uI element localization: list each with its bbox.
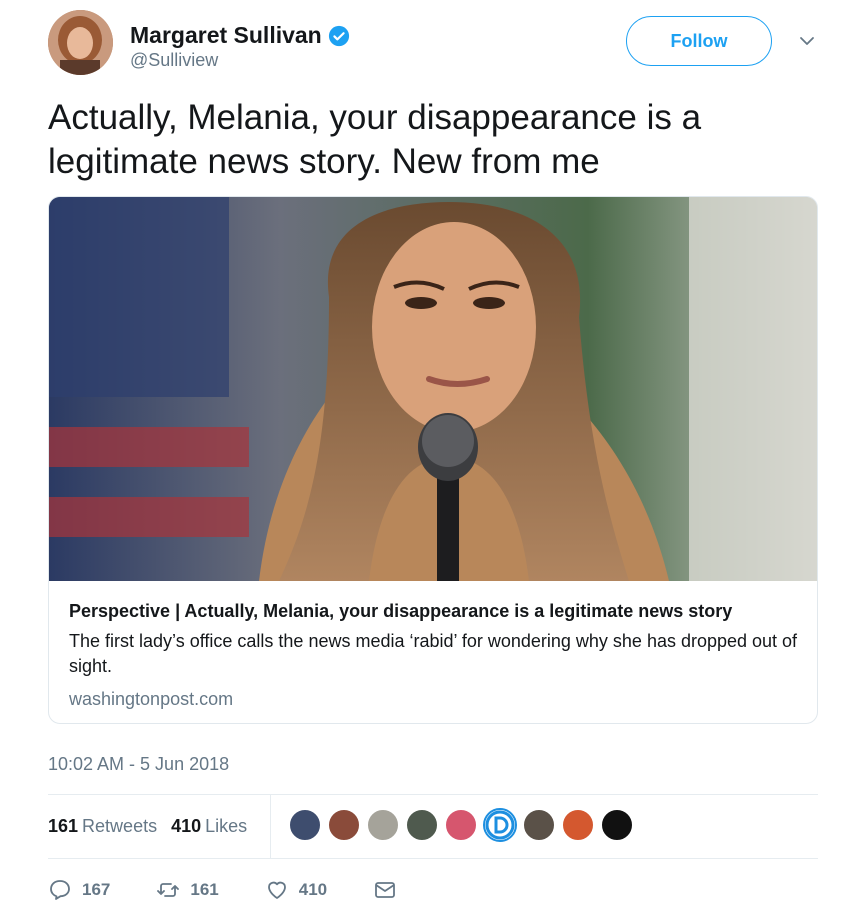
liker-avatar[interactable]: [405, 808, 439, 842]
card-description: The first lady’s office calls the news m…: [69, 631, 798, 676]
card-image: [49, 197, 817, 581]
liker-avatar[interactable]: [366, 808, 400, 842]
author-name[interactable]: Margaret Sullivan: [130, 22, 322, 49]
chevron-down-icon[interactable]: [798, 32, 816, 50]
follow-button[interactable]: Follow: [626, 16, 772, 66]
retweet-icon: [157, 883, 180, 897]
retweet-count: 161: [190, 880, 219, 899]
reply-icon: [50, 880, 70, 900]
heart-icon: [267, 881, 286, 899]
liker-avatar[interactable]: [288, 808, 322, 842]
liker-avatar[interactable]: [327, 808, 361, 842]
liker-avatar[interactable]: [600, 808, 634, 842]
retweets-stat[interactable]: 161 Retweets: [48, 816, 157, 837]
tweet-header: Margaret Sullivan @Sulliview Follow: [48, 10, 828, 78]
author-handle[interactable]: @Sulliview: [130, 50, 218, 71]
card-body: Perspective | Actually, Melania, your di…: [69, 599, 799, 710]
like-count: 410: [298, 880, 328, 899]
retweet-action[interactable]: 161: [156, 878, 219, 902]
likes-stat[interactable]: 410 Likes: [171, 816, 247, 837]
card-title[interactable]: Perspective | Actually, Melania, your di…: [69, 599, 799, 623]
liker-avatar[interactable]: [444, 808, 478, 842]
retweets-count: 161: [48, 816, 79, 836]
liker-avatar[interactable]: [483, 808, 517, 842]
card-domain[interactable]: washingtonpost.com: [69, 689, 799, 710]
verified-badge-icon: [328, 25, 349, 46]
tweet-stats: 161 Retweets 410 Likes: [48, 816, 261, 837]
like-action[interactable]: 410: [265, 878, 327, 902]
likes-count: 410: [171, 816, 202, 836]
author-name-row: Margaret Sullivan: [130, 22, 350, 49]
envelope-icon: [375, 882, 396, 898]
author-avatar[interactable]: [48, 10, 113, 75]
divider: [48, 858, 818, 859]
tweet-actions: 167 161 410: [48, 878, 453, 902]
liker-avatar[interactable]: [561, 808, 595, 842]
democrats-logo-icon: [485, 810, 515, 840]
link-card[interactable]: Perspective | Actually, Melania, your di…: [48, 196, 818, 724]
divider: [270, 795, 271, 858]
tweet-text: Actually, Melania, your disappearance is…: [48, 98, 702, 181]
retweets-label: Retweets: [82, 816, 158, 836]
divider: [48, 794, 818, 795]
tweet-timestamp[interactable]: 10:02 AM - 5 Jun 2018: [48, 754, 229, 775]
reply-count: 167: [82, 880, 111, 899]
liker-avatar[interactable]: [522, 808, 556, 842]
likes-label: Likes: [205, 816, 248, 836]
liker-avatars: [288, 808, 639, 842]
direct-message-action[interactable]: [373, 878, 407, 902]
reply-action[interactable]: 167: [48, 878, 110, 902]
